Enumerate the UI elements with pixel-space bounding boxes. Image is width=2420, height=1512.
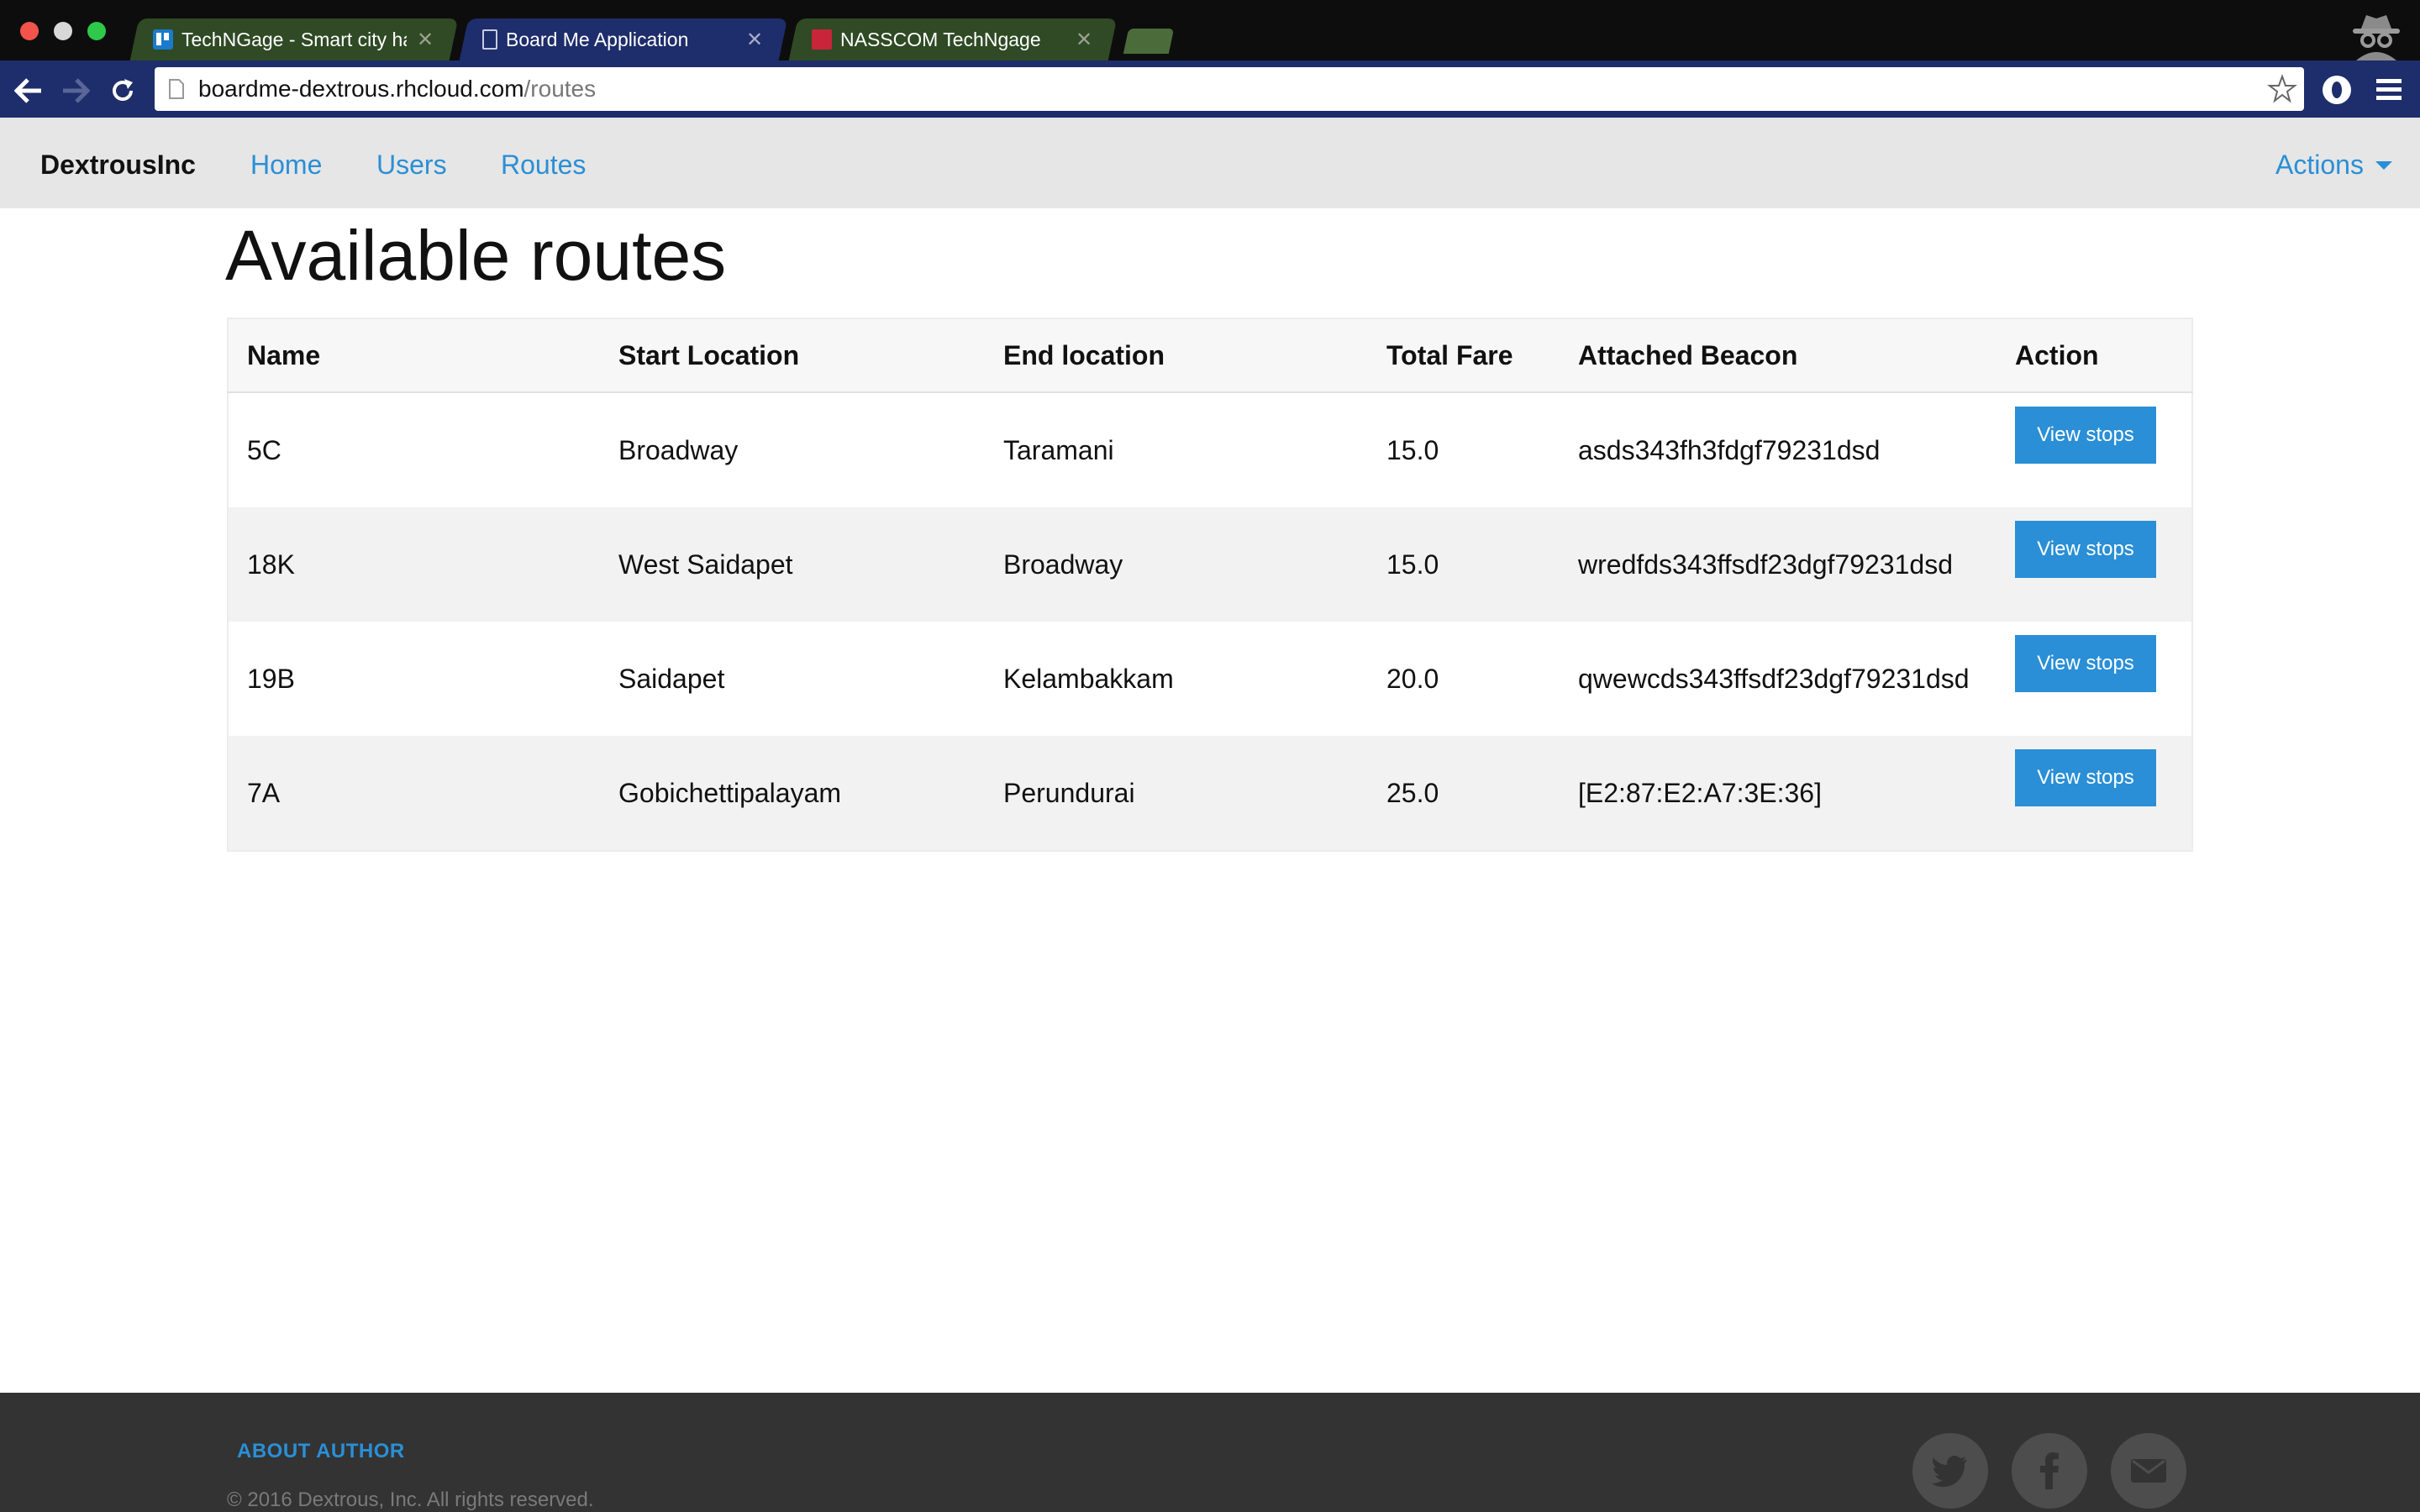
routes-table: Name Start Location End location Total F… bbox=[227, 318, 2193, 852]
route-attached-beacon: [E2:87:E2:A7:3E:36] bbox=[1560, 736, 1996, 851]
route-name: 7A bbox=[228, 736, 600, 851]
forward-button[interactable] bbox=[59, 74, 92, 108]
new-tab-button[interactable] bbox=[1123, 29, 1175, 54]
column-header-name: Name bbox=[228, 318, 600, 393]
tab-title: Board Me Application bbox=[506, 28, 689, 50]
email-icon bbox=[2131, 1459, 2166, 1483]
extension-icon[interactable] bbox=[2321, 74, 2353, 106]
nav-link-routes[interactable]: Routes bbox=[501, 150, 586, 181]
close-icon[interactable]: ✕ bbox=[1074, 28, 1094, 52]
brand-logo[interactable]: DextrousInc bbox=[40, 150, 196, 181]
route-start-location: Gobichettipalayam bbox=[600, 736, 985, 851]
view-stops-button[interactable]: View stops bbox=[2015, 521, 2156, 578]
trello-icon bbox=[153, 29, 173, 50]
caret-down-icon bbox=[2375, 160, 2392, 170]
about-author-heading[interactable]: ABOUT AUTHOR bbox=[237, 1440, 405, 1463]
arrow-right-icon bbox=[63, 78, 90, 103]
column-header-action: Action bbox=[1996, 318, 2192, 393]
email-button[interactable] bbox=[2111, 1433, 2186, 1509]
browser-tab-technage[interactable]: TechNGage - Smart city ha ✕ bbox=[129, 18, 459, 60]
route-name: 19B bbox=[228, 622, 600, 736]
tab-title: TechNGage - Smart city ha bbox=[182, 28, 407, 50]
browser-chrome: TechNGage - Smart city ha ✕ Board Me App… bbox=[0, 0, 2420, 118]
column-header-total-fare: Total Fare bbox=[1368, 318, 1560, 393]
facebook-button[interactable] bbox=[2012, 1433, 2087, 1509]
actions-dropdown[interactable]: Actions bbox=[2275, 150, 2392, 181]
tab-title: NASSCOM TechNgage bbox=[840, 28, 1041, 50]
browser-tab-nasscom[interactable]: NASSCOM TechNgage ✕ bbox=[788, 18, 1118, 60]
column-header-start-location: Start Location bbox=[600, 318, 985, 393]
route-attached-beacon: asds343fh3fdgf79231dsd bbox=[1560, 392, 1996, 507]
table-row: 7A Gobichettipalayam Perundurai 25.0 [E2… bbox=[228, 736, 2192, 851]
facebook-icon bbox=[2040, 1452, 2059, 1489]
close-icon[interactable]: ✕ bbox=[744, 28, 765, 52]
route-name: 18K bbox=[228, 507, 600, 622]
route-action-cell: View stops bbox=[1996, 392, 2192, 507]
nav-link-users[interactable]: Users bbox=[376, 150, 447, 181]
arrow-left-icon bbox=[14, 78, 41, 103]
route-total-fare: 25.0 bbox=[1368, 736, 1560, 851]
actions-label: Actions bbox=[2275, 150, 2364, 180]
twitter-icon bbox=[1932, 1456, 1967, 1487]
url-host: boardme-dextrous.rhcloud.com bbox=[198, 76, 524, 102]
route-end-location: Broadway bbox=[985, 507, 1368, 622]
view-stops-button[interactable]: View stops bbox=[2015, 635, 2156, 692]
close-window-button[interactable] bbox=[20, 22, 39, 40]
reload-button[interactable] bbox=[106, 74, 139, 108]
route-start-location: Broadway bbox=[600, 392, 985, 507]
app-navbar bbox=[0, 118, 2420, 208]
maximize-window-button[interactable] bbox=[87, 22, 106, 40]
route-start-location: West Saidapet bbox=[600, 507, 985, 622]
copyright-text: © 2016 Dextrous, Inc. All rights reserve… bbox=[227, 1488, 594, 1511]
route-attached-beacon: wredfds343ffsdf23dgf79231dsd bbox=[1560, 507, 1996, 622]
route-total-fare: 15.0 bbox=[1368, 392, 1560, 507]
route-attached-beacon: qwewcds343ffsdf23dgf79231dsd bbox=[1560, 622, 1996, 736]
table-row: 5C Broadway Taramani 15.0 asds343fh3fdgf… bbox=[228, 392, 2192, 507]
page-title: Available routes bbox=[225, 216, 727, 295]
document-icon bbox=[482, 29, 497, 50]
twitter-button[interactable] bbox=[1912, 1433, 1988, 1509]
column-header-attached-beacon: Attached Beacon bbox=[1560, 318, 1996, 393]
route-end-location: Kelambakkam bbox=[985, 622, 1368, 736]
route-action-cell: View stops bbox=[1996, 736, 2192, 851]
nav-link-home[interactable]: Home bbox=[250, 150, 322, 181]
menu-icon[interactable] bbox=[2375, 77, 2403, 102]
route-action-cell: View stops bbox=[1996, 507, 2192, 622]
nasscom-icon bbox=[812, 29, 832, 50]
incognito-icon bbox=[2353, 15, 2400, 60]
table-row: 19B Saidapet Kelambakkam 20.0 qwewcds343… bbox=[228, 622, 2192, 736]
route-end-location: Taramani bbox=[985, 392, 1368, 507]
route-start-location: Saidapet bbox=[600, 622, 985, 736]
reload-icon bbox=[113, 79, 133, 101]
table-header-row: Name Start Location End location Total F… bbox=[228, 318, 2192, 393]
route-name: 5C bbox=[228, 392, 600, 507]
route-total-fare: 15.0 bbox=[1368, 507, 1560, 622]
route-total-fare: 20.0 bbox=[1368, 622, 1560, 736]
browser-tab-boardme[interactable]: Board Me Application ✕ bbox=[459, 18, 788, 60]
minimize-window-button[interactable] bbox=[54, 22, 72, 40]
table-row: 18K West Saidapet Broadway 15.0 wredfds3… bbox=[228, 507, 2192, 622]
view-stops-button[interactable]: View stops bbox=[2015, 749, 2156, 806]
view-stops-button[interactable]: View stops bbox=[2015, 407, 2156, 464]
route-end-location: Perundurai bbox=[985, 736, 1368, 851]
bookmark-star-icon[interactable] bbox=[2267, 74, 2297, 104]
url-path: /routes bbox=[523, 76, 597, 102]
close-icon[interactable]: ✕ bbox=[415, 28, 435, 52]
url-text: boardme-dextrous.rhcloud.com/routes bbox=[198, 76, 596, 102]
back-button[interactable] bbox=[12, 74, 45, 108]
route-action-cell: View stops bbox=[1996, 622, 2192, 736]
address-bar[interactable]: boardme-dextrous.rhcloud.com/routes bbox=[155, 67, 2304, 111]
page-icon bbox=[169, 79, 184, 99]
column-header-end-location: End location bbox=[985, 318, 1368, 393]
